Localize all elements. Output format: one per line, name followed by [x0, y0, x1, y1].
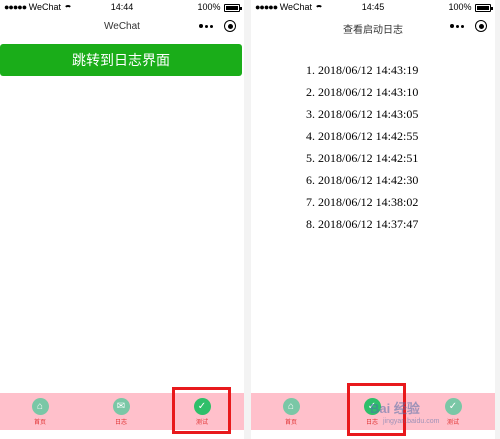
right-phone-screen: ●●●●● WeChat 14:45 100% 查看启动日志 1. 2018/0…: [251, 0, 495, 439]
log-timestamp: 2018/06/12 14:43:19: [318, 63, 419, 77]
log-timestamp: 2018/06/12 14:42:55: [318, 129, 419, 143]
close-capsule-icon[interactable]: [224, 20, 236, 32]
mail-icon: ✉: [112, 398, 130, 415]
log-list: 1. 2018/06/12 14:43:19 2. 2018/06/12 14:…: [251, 59, 495, 235]
log-entry: 3. 2018/06/12 14:43:05: [306, 107, 419, 121]
status-bar: ●●●●● WeChat 14:44 100%: [0, 0, 244, 14]
tab-label: 首页: [284, 420, 297, 426]
home-icon: ⌂: [282, 398, 300, 415]
status-bar: ●●●●● WeChat 14:45 100%: [251, 0, 495, 14]
nav-bar: WeChat: [0, 14, 244, 40]
log-timestamp: 2018/06/12 14:37:47: [318, 217, 419, 231]
left-phone-screen: ●●●●● WeChat 14:44 100% WeChat 跳转到日志界面 ⌂…: [0, 0, 244, 439]
highlight-box-test-tab: [172, 387, 231, 434]
log-timestamp: 2018/06/12 14:38:02: [318, 195, 419, 209]
screen-divider: [244, 0, 251, 439]
more-menu-icon[interactable]: [450, 24, 464, 30]
log-entry: 5. 2018/06/12 14:42:51: [306, 151, 419, 165]
tab-test[interactable]: ✓ 测试: [435, 398, 471, 426]
log-timestamp: 2018/06/12 14:43:10: [318, 85, 419, 99]
log-timestamp: 2018/06/12 14:42:51: [318, 151, 419, 165]
nav-bar: 查看启动日志: [251, 14, 495, 40]
log-entry: 6. 2018/06/12 14:42:30: [306, 173, 419, 187]
battery-status: 100%: [197, 2, 242, 12]
log-entry: 1. 2018/06/12 14:43:19: [306, 63, 419, 77]
check-icon: ✓: [444, 398, 462, 415]
battery-percent: 100%: [448, 2, 472, 12]
more-menu-icon[interactable]: [199, 24, 213, 30]
battery-percent: 100%: [197, 2, 221, 12]
log-entry: 7. 2018/06/12 14:38:02: [306, 195, 419, 209]
tab-log[interactable]: ✉ 日志: [103, 398, 139, 426]
log-entry: 2. 2018/06/12 14:43:10: [306, 85, 419, 99]
log-entry: 4. 2018/06/12 14:42:55: [306, 129, 419, 143]
tab-home[interactable]: ⌂ 首页: [22, 398, 58, 426]
watermark-logo: Bai 经验: [370, 401, 420, 416]
log-timestamp: 2018/06/12 14:43:05: [318, 107, 419, 121]
close-capsule-icon[interactable]: [475, 20, 487, 32]
battery-icon: [224, 3, 242, 12]
tab-label: 测试: [446, 420, 459, 426]
log-entry: 8. 2018/06/12 14:37:47: [306, 217, 419, 231]
tab-home[interactable]: ⌂ 首页: [273, 398, 309, 426]
tab-label: 首页: [33, 420, 46, 426]
tab-label: 日志: [114, 420, 127, 426]
home-icon: ⌂: [31, 398, 49, 415]
battery-icon: [475, 3, 493, 12]
log-timestamp: 2018/06/12 14:42:30: [318, 173, 419, 187]
battery-status: 100%: [448, 2, 493, 12]
watermark-url: jingyan.baidu.com: [383, 418, 440, 425]
jump-to-log-button[interactable]: 跳转到日志界面: [0, 44, 242, 76]
